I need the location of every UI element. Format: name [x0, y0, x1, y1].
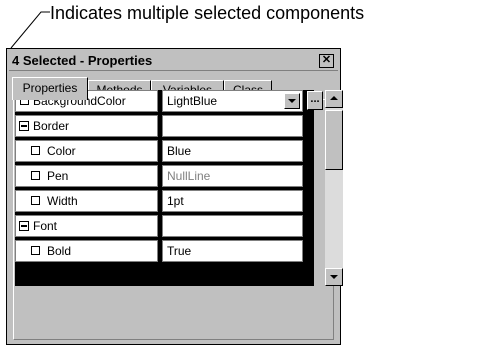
property-name: Color: [47, 144, 76, 158]
property-value: NullLine: [167, 169, 211, 183]
window-title: 4 Selected - Properties: [12, 53, 153, 68]
property-name: Bold: [47, 244, 72, 258]
checkbox[interactable]: [31, 246, 40, 255]
property-grid: BackgroundColor LightBlue ... Border Col…: [15, 90, 323, 286]
vertical-scrollbar[interactable]: [325, 90, 343, 286]
property-name: Font: [33, 219, 58, 233]
property-value-field[interactable]: NullLine: [162, 165, 303, 187]
scroll-down-button[interactable]: [325, 268, 343, 286]
scroll-thumb[interactable]: [325, 110, 343, 170]
property-value: Blue: [167, 144, 192, 158]
property-name-cell[interactable]: Color: [15, 140, 158, 162]
property-name: Border: [33, 119, 70, 133]
property-value-field[interactable]: 1pt: [162, 190, 303, 212]
property-value: 1pt: [167, 194, 184, 208]
property-row: Pen NullLine: [15, 165, 314, 187]
chevron-down-icon[interactable]: [284, 93, 300, 109]
property-name-cell[interactable]: Bold: [15, 240, 158, 262]
property-name-cell[interactable]: Pen: [15, 165, 158, 187]
property-value-field[interactable]: [162, 215, 303, 237]
checkbox[interactable]: [31, 146, 40, 155]
property-value: LightBlue: [167, 94, 218, 108]
property-name: Pen: [47, 169, 69, 183]
checkbox[interactable]: [31, 196, 40, 205]
property-row: Border: [15, 115, 314, 137]
property-value-field[interactable]: True: [162, 240, 303, 262]
tab-properties[interactable]: Properties: [12, 77, 88, 100]
property-row: Font: [15, 215, 314, 237]
collapse-icon[interactable]: [19, 121, 29, 131]
close-button[interactable]: ✕: [319, 54, 334, 68]
property-row: Bold True: [15, 240, 314, 262]
property-name-cell[interactable]: Border: [15, 115, 158, 137]
property-name-cell[interactable]: Width: [15, 190, 158, 212]
title-bar: 4 Selected - Properties ✕: [9, 51, 338, 71]
property-name: Width: [47, 194, 78, 208]
property-row: Width 1pt: [15, 190, 314, 212]
property-value: True: [167, 244, 192, 258]
property-value-field[interactable]: Blue: [162, 140, 303, 162]
scroll-up-button[interactable]: [325, 90, 343, 108]
collapse-icon[interactable]: [19, 221, 29, 231]
property-row: Color Blue: [15, 140, 314, 162]
property-name-cell[interactable]: Font: [15, 215, 158, 237]
property-value-field[interactable]: [162, 115, 303, 137]
property-value-field[interactable]: LightBlue: [162, 90, 303, 112]
checkbox[interactable]: [31, 171, 40, 180]
ellipsis-button[interactable]: ...: [307, 91, 323, 110]
